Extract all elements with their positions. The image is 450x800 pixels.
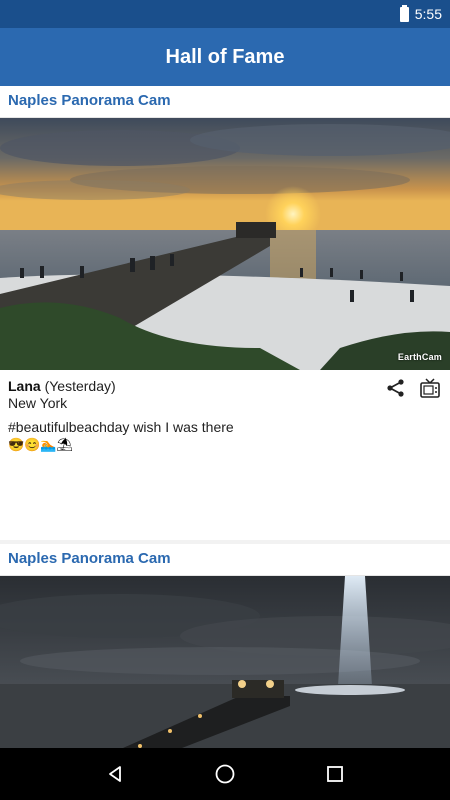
back-icon[interactable]: [95, 754, 135, 794]
battery-icon: [399, 4, 409, 22]
cam-card[interactable]: Naples Panorama Cam: [0, 544, 450, 748]
post-location: New York: [8, 395, 68, 411]
cam-title[interactable]: Naples Panorama Cam: [0, 86, 450, 118]
page-title: Hall of Fame: [165, 45, 285, 68]
post: Lana (Yesterday) New York #beautifulbeac…: [0, 370, 450, 540]
home-icon[interactable]: [205, 754, 245, 794]
tv-icon[interactable]: [418, 376, 442, 400]
post-header: Lana (Yesterday): [8, 378, 442, 394]
post-time: (Yesterday): [44, 378, 116, 394]
night-pier-image: [0, 576, 450, 748]
post-emoji: 😎😊🏊⛱: [8, 437, 74, 452]
cam-title[interactable]: Naples Panorama Cam: [0, 544, 450, 576]
share-icon[interactable]: [384, 376, 408, 400]
sunset-beach-image: [0, 118, 450, 370]
status-bar: 5:55: [0, 0, 450, 28]
post-actions: [384, 376, 442, 400]
post-text: #beautifulbeachday wish I was there: [8, 419, 234, 435]
cam-snapshot[interactable]: [0, 576, 450, 748]
earthcam-watermark: EarthCam: [397, 352, 442, 362]
cam-snapshot[interactable]: EarthCam: [0, 118, 450, 370]
post-user[interactable]: Lana: [8, 378, 41, 394]
cam-card[interactable]: Naples Panorama Cam: [0, 86, 450, 540]
app-bar: Hall of Fame: [0, 28, 450, 86]
recents-icon[interactable]: [315, 754, 355, 794]
feed[interactable]: Naples Panorama Cam EarthCam Lana (Yeste…: [0, 86, 450, 748]
system-nav-bar: [0, 748, 450, 800]
status-time: 5:55: [414, 6, 442, 22]
